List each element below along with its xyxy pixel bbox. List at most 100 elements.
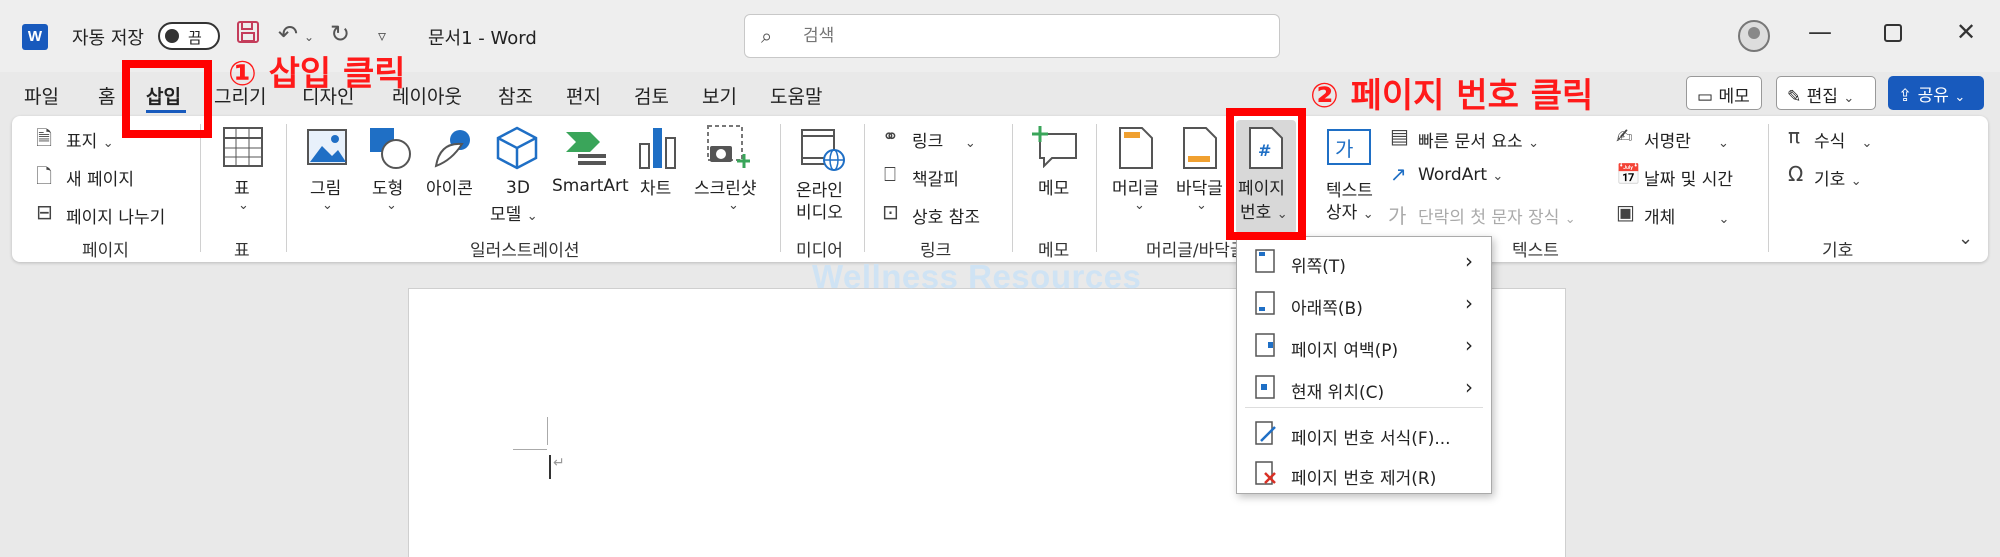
- blank-page-button[interactable]: 새 페이지: [66, 165, 134, 190]
- icons-icon[interactable]: [432, 126, 476, 170]
- watermark-text: Wellness Resources: [812, 258, 1142, 295]
- text-box-icon[interactable]: 가: [1326, 126, 1372, 168]
- quick-parts-button[interactable]: 빠른 문서 요소 ⌄: [1418, 127, 1539, 152]
- new-comment-icon[interactable]: [1032, 126, 1078, 168]
- group-divider: [286, 124, 287, 252]
- signature-line-button[interactable]: 서명란 ⌄: [1644, 127, 1729, 152]
- 3d-models-button[interactable]: 모델 ⌄: [490, 200, 538, 225]
- drop-cap-label: 단락의 첫 문자 장식: [1418, 208, 1560, 228]
- menu-item-current-position[interactable]: 현재 위치(C) ›: [1237, 369, 1491, 409]
- drop-cap-icon: 가: [1388, 204, 1407, 228]
- cross-reference-button[interactable]: 상호 참조: [912, 203, 980, 228]
- table-button[interactable]: 표: [234, 174, 250, 199]
- object-button[interactable]: 개체 ⌄: [1644, 203, 1729, 228]
- new-comment-button[interactable]: 메모: [1038, 174, 1069, 199]
- table-icon[interactable]: [222, 126, 264, 168]
- menu-label: 현재 위치(C): [1291, 383, 1385, 403]
- page-top-icon: [1255, 249, 1275, 273]
- search-box[interactable]: ⌕: [744, 14, 1280, 58]
- page-break-button[interactable]: 페이지 나누기: [66, 203, 165, 228]
- autosave-toggle[interactable]: 끔: [158, 22, 220, 50]
- pictures-button[interactable]: 그림: [310, 174, 341, 199]
- paragraph-mark-icon: ↵: [553, 455, 565, 471]
- menu-item-remove-page-numbers[interactable]: 페이지 번호 제거(R): [1237, 455, 1491, 495]
- menu-label: 아래쪽(B): [1291, 299, 1363, 319]
- link-button[interactable]: 링크 ⌄: [912, 127, 976, 152]
- icons-button[interactable]: 아이콘: [426, 174, 473, 199]
- chart-button[interactable]: 차트: [640, 174, 671, 199]
- share-button[interactable]: ⇪ 공유 ⌄: [1888, 76, 1984, 110]
- tab-file[interactable]: 파일: [24, 82, 59, 109]
- shapes-button[interactable]: 도형: [372, 174, 403, 199]
- tab-home[interactable]: 홈: [98, 82, 115, 109]
- chevron-right-icon: ›: [1465, 249, 1473, 273]
- comments-button[interactable]: ▭ 메모: [1686, 76, 1762, 110]
- text-box-button[interactable]: 상자 ⌄: [1326, 198, 1374, 223]
- tab-mailings[interactable]: 편지: [566, 82, 601, 109]
- pencil-icon: ✎: [1787, 87, 1802, 107]
- date-time-button[interactable]: 날짜 및 시간: [1644, 165, 1733, 190]
- autosave-label: 자동 저장: [72, 28, 144, 49]
- cover-page-button[interactable]: 표지 ⌄: [66, 127, 114, 152]
- text-box-label-2: 상자: [1326, 203, 1358, 223]
- current-position-icon: [1255, 375, 1275, 399]
- avatar[interactable]: [1738, 20, 1770, 52]
- header-icon[interactable]: [1118, 126, 1154, 170]
- close-icon[interactable]: ✕: [1956, 18, 1976, 46]
- chevron-down-icon: ⌄: [386, 198, 397, 213]
- smartart-button[interactable]: SmartArt: [552, 176, 629, 196]
- group-divider: [200, 124, 201, 252]
- maximize-icon[interactable]: [1884, 20, 1902, 48]
- quick-parts-label: 빠른 문서 요소: [1418, 132, 1523, 152]
- chart-icon[interactable]: [638, 126, 678, 170]
- footer-button[interactable]: 바닥글: [1176, 174, 1223, 199]
- menu-item-format-page-numbers[interactable]: 페이지 번호 서식(F)...: [1237, 415, 1491, 455]
- chevron-down-icon: ⌄: [1134, 198, 1145, 213]
- 3d-models-label-2: 모델: [490, 205, 522, 225]
- tab-view[interactable]: 보기: [702, 82, 737, 109]
- menu-label: 페이지 번호 서식(F)...: [1291, 429, 1451, 449]
- menu-item-top-of-page[interactable]: 위쪽(T) ›: [1237, 243, 1491, 283]
- customize-quick-access-icon[interactable]: ▿: [378, 26, 386, 45]
- wordart-icon: ↗: [1390, 162, 1407, 186]
- share-icon: ⇪: [1898, 86, 1913, 106]
- minimize-icon[interactable]: —: [1808, 18, 1832, 46]
- collapse-ribbon-icon[interactable]: ⌄: [1958, 228, 1973, 249]
- tab-references[interactable]: 참조: [498, 82, 533, 109]
- smartart-icon[interactable]: [564, 128, 608, 168]
- search-input[interactable]: [803, 23, 1253, 49]
- tab-help[interactable]: 도움말: [770, 82, 822, 109]
- menu-item-page-margins[interactable]: 페이지 여백(P) ›: [1237, 327, 1491, 367]
- share-label: 공유: [1917, 86, 1949, 106]
- shapes-icon[interactable]: [368, 126, 412, 170]
- page-margin-icon: [1255, 333, 1275, 357]
- symbol-button[interactable]: 기호 ⌄: [1814, 165, 1862, 190]
- undo-icon[interactable]: ↶: [278, 20, 298, 48]
- equation-button[interactable]: 수식 ⌄: [1814, 127, 1872, 152]
- format-page-numbers-icon: [1255, 421, 1276, 445]
- wordart-button[interactable]: WordArt ⌄: [1418, 165, 1503, 185]
- annotation-step-2: ② 페이지 번호 클릭: [1310, 76, 1594, 116]
- bookmark-button[interactable]: 책갈피: [912, 165, 959, 190]
- header-button[interactable]: 머리글: [1112, 174, 1159, 199]
- group-divider: [1096, 124, 1097, 252]
- group-label-tables: 표: [234, 241, 250, 261]
- online-video-icon[interactable]: [800, 126, 846, 172]
- tab-review[interactable]: 검토: [634, 82, 669, 109]
- annotation-step-1: ① 삽입 클릭: [228, 54, 406, 94]
- picture-icon[interactable]: [306, 128, 348, 166]
- 3d-models-label-1: 3D: [506, 178, 530, 198]
- 3d-model-icon[interactable]: [496, 126, 538, 170]
- redo-icon[interactable]: ↻: [330, 20, 350, 48]
- undo-dropdown-icon[interactable]: ⌄: [304, 30, 314, 44]
- screenshot-icon[interactable]: [706, 124, 750, 170]
- footer-icon[interactable]: [1182, 126, 1218, 170]
- signature-line-label: 서명란: [1644, 132, 1691, 152]
- drop-cap-button[interactable]: 단락의 첫 문자 장식 ⌄: [1418, 203, 1576, 228]
- menu-item-bottom-of-page[interactable]: 아래쪽(B) ›: [1237, 285, 1491, 325]
- screenshot-button[interactable]: 스크린샷: [694, 174, 757, 199]
- editing-button[interactable]: ✎ 편집 ⌄: [1776, 76, 1876, 110]
- chevron-down-icon: ⌄: [728, 198, 739, 213]
- online-video-button[interactable]: 비디오: [796, 198, 843, 223]
- page-bottom-icon: [1255, 291, 1275, 315]
